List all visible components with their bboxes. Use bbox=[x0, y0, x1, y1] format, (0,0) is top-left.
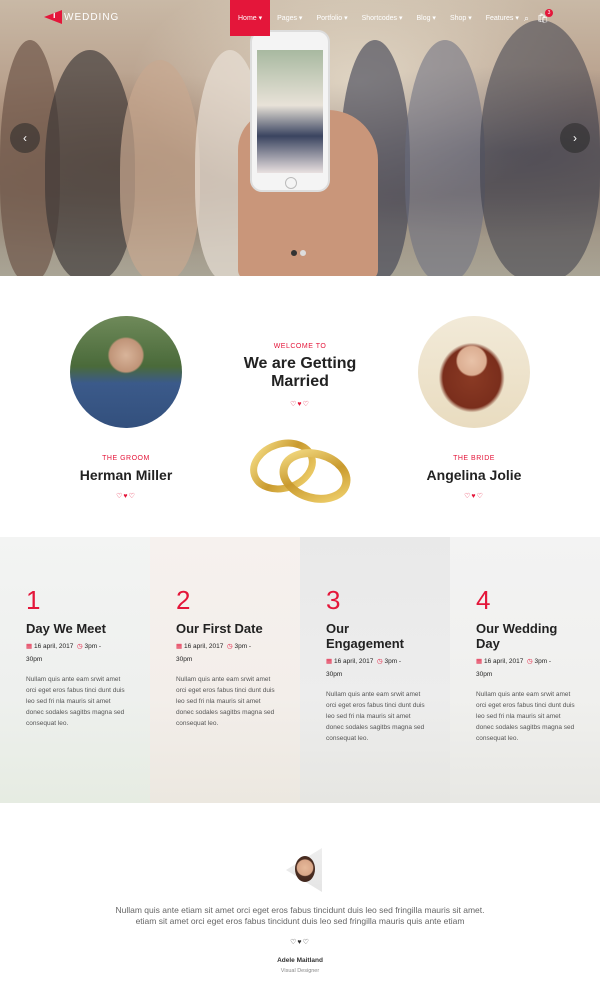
timeline-time: 3pm - bbox=[84, 643, 102, 650]
welcome-title-line2: Married bbox=[271, 373, 329, 390]
wedding-rings-image bbox=[250, 439, 351, 503]
timeline-meta: ▦ 16 april, 2017 ◷ 3pm - 30pm bbox=[476, 655, 580, 681]
timeline-item-4: 4 Our Wedding Day ▦ 16 april, 2017 ◷ 3pm… bbox=[450, 537, 600, 803]
welcome-kicker: WELCOME TO bbox=[273, 343, 327, 350]
timeline-number: 2 bbox=[176, 585, 191, 615]
calendar-icon: ▦ bbox=[326, 658, 333, 665]
menu-item-pages[interactable]: Pages ▾ bbox=[270, 0, 309, 36]
calendar-icon: ▦ bbox=[26, 643, 33, 650]
clock-icon: ◷ bbox=[226, 643, 233, 650]
timeline-meta: ▦ 16 april, 2017 ◷ 3pm - 30pm bbox=[176, 640, 280, 666]
timeline-number: 1 bbox=[26, 585, 41, 615]
groom-role: THE GROOM bbox=[102, 455, 150, 462]
main-menu: Home ▾ Pages ▾ Portfolio ▾ Shortcodes ▾ … bbox=[230, 0, 526, 36]
groom-hearts-icon: ♡♥♡ bbox=[116, 493, 136, 500]
groom-photo bbox=[70, 316, 182, 428]
timeline-date: 16 april, 2017 bbox=[483, 658, 524, 665]
timeline-title: Our Wedding Day bbox=[476, 621, 558, 651]
logo-text: WEDDING bbox=[64, 11, 120, 23]
timeline-time-end: 30pm bbox=[476, 671, 493, 678]
site-logo[interactable]: i WEDDING bbox=[44, 10, 119, 24]
slider-prev-button[interactable]: ‹ bbox=[10, 123, 40, 153]
menu-item-portfolio[interactable]: Portfolio ▾ bbox=[309, 0, 354, 36]
menu-item-features[interactable]: Features ▾ bbox=[479, 0, 526, 36]
phone-home-button bbox=[285, 177, 297, 189]
testimonial-quote-line2: etiam sit amet orci eget eros fabus tinc… bbox=[135, 916, 465, 926]
testimonial-quote: Nullam quis ante etiam sit amet orci ege… bbox=[80, 905, 520, 927]
timeline-text: Nullam quis ante eam srwit amet orci ege… bbox=[26, 676, 125, 727]
slider-dot-2[interactable] bbox=[300, 250, 306, 256]
menu-item-blog[interactable]: Blog ▾ bbox=[409, 0, 442, 36]
welcome-title: We are Getting Married bbox=[220, 355, 380, 391]
hero-figure-right1 bbox=[405, 40, 485, 276]
story-timeline: 1 Day We Meet ▦ 16 april, 2017 ◷ 3pm - 30… bbox=[0, 537, 600, 803]
timeline-text: Nullam quis ante eam srwit amet orci ege… bbox=[176, 676, 275, 727]
groom-name: Herman Miller bbox=[79, 467, 173, 483]
bride-hearts-icon: ♡♥♡ bbox=[464, 493, 484, 500]
timeline-time: 3pm - bbox=[534, 658, 552, 665]
testimonial-hearts-icon: ♡♥♡ bbox=[290, 939, 310, 946]
timeline-title: Day We Meet bbox=[26, 621, 106, 636]
timeline-title: Our First Date bbox=[176, 621, 263, 636]
welcome-title-line1: We are Getting bbox=[243, 355, 357, 372]
calendar-icon: ▦ bbox=[176, 643, 183, 650]
testimonial-role: Visual Designer bbox=[280, 968, 320, 974]
logo-mark-icon: i bbox=[44, 10, 62, 24]
clock-icon: ◷ bbox=[526, 658, 533, 665]
timeline-time-end: 30pm bbox=[176, 656, 193, 663]
phone-screen-photo bbox=[257, 50, 323, 173]
timeline-meta: ▦ 16 april, 2017 ◷ 3pm - 30pm bbox=[26, 640, 130, 666]
timeline-number: 3 bbox=[326, 585, 341, 615]
timeline-date: 16 april, 2017 bbox=[333, 658, 374, 665]
chevron-left-icon: ‹ bbox=[23, 131, 27, 145]
menu-item-shop[interactable]: Shop ▾ bbox=[443, 0, 479, 36]
timeline-time: 3pm - bbox=[234, 643, 252, 650]
timeline-time-end: 30pm bbox=[326, 671, 343, 678]
testimonial-avatar bbox=[295, 856, 315, 882]
testimonial-author: Adele Maitland bbox=[277, 957, 323, 964]
timeline-item-2: 2 Our First Date ▦ 16 april, 2017 ◷ 3pm … bbox=[150, 537, 300, 803]
bride-name: Angelina Jolie bbox=[426, 467, 522, 483]
menu-item-home[interactable]: Home ▾ bbox=[230, 0, 271, 36]
logo-mark-letter: i bbox=[53, 10, 56, 20]
phone-mockup bbox=[250, 30, 330, 192]
bride-role: THE BRIDE bbox=[453, 455, 495, 462]
chevron-right-icon: › bbox=[573, 131, 577, 145]
top-navbar: i WEDDING Home ▾ Pages ▾ Portfolio ▾ Sho… bbox=[0, 0, 600, 36]
calendar-icon: ▦ bbox=[476, 658, 483, 665]
timeline-time: 3pm - bbox=[384, 658, 402, 665]
timeline-date: 16 april, 2017 bbox=[33, 643, 74, 650]
search-icon[interactable]: ⌕ bbox=[524, 13, 529, 24]
timeline-date: 16 april, 2017 bbox=[183, 643, 224, 650]
slider-pagination bbox=[291, 250, 306, 256]
slider-next-button[interactable]: › bbox=[560, 123, 590, 153]
timeline-title: Our Engagement bbox=[326, 621, 405, 651]
timeline-item-3: 3 Our Engagement ▦ 16 april, 2017 ◷ 3pm … bbox=[300, 537, 450, 803]
timeline-number: 4 bbox=[476, 585, 491, 615]
menu-item-shortcodes[interactable]: Shortcodes ▾ bbox=[355, 0, 410, 36]
timeline-item-1: 1 Day We Meet ▦ 16 april, 2017 ◷ 3pm - 30… bbox=[0, 537, 150, 803]
clock-icon: ◷ bbox=[376, 658, 383, 665]
timeline-time-end: 30pm bbox=[26, 656, 43, 663]
timeline-text: Nullam quis ante eam srwit amet orci ege… bbox=[476, 691, 575, 742]
hero-slider: i WEDDING Home ▾ Pages ▾ Portfolio ▾ Sho… bbox=[0, 0, 600, 276]
hero-figure-woman bbox=[120, 60, 200, 276]
slider-dot-1[interactable] bbox=[291, 250, 297, 256]
clock-icon: ◷ bbox=[76, 643, 83, 650]
welcome-hearts-icon: ♡♥♡ bbox=[290, 401, 310, 408]
bride-photo bbox=[418, 316, 530, 428]
testimonial-quote-line1: Nullam quis ante etiam sit amet orci ege… bbox=[115, 905, 485, 915]
timeline-text: Nullam quis ante eam srwit amet orci ege… bbox=[326, 691, 425, 742]
timeline-meta: ▦ 16 april, 2017 ◷ 3pm - 30pm bbox=[326, 655, 430, 681]
cart-count-badge: 3 bbox=[545, 9, 553, 17]
